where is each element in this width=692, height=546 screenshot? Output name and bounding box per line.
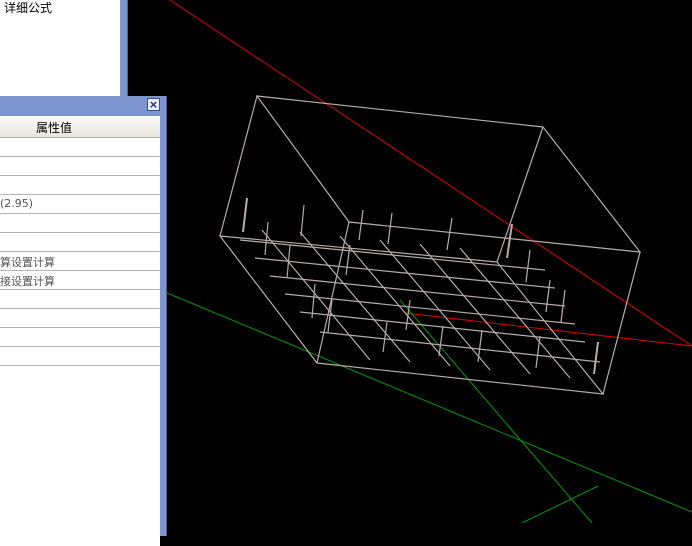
vertical-bar (345, 244, 351, 276)
property-value-header[interactable]: 属性值 (0, 116, 160, 138)
property-row[interactable] (0, 347, 160, 366)
vertical-bar (525, 249, 531, 283)
property-row[interactable] (0, 138, 160, 157)
wireframe-model (218, 95, 642, 395)
formula-dialog-client: 详细公式 (0, 0, 121, 98)
vertical-bar (387, 212, 393, 245)
property-grid: 属性值 (2.95) 算设置计算 接设置计算 (0, 116, 160, 546)
vertical-bar (242, 197, 248, 233)
property-row[interactable] (0, 233, 160, 252)
property-row[interactable] (0, 214, 160, 233)
floor-grid-line (254, 257, 556, 289)
vertical-bar (545, 279, 551, 313)
formula-dialog: 详细公式 (0, 0, 128, 105)
box-top-face (255, 95, 642, 253)
property-value-header-label: 属性值 (36, 121, 73, 135)
y-axis-line (159, 289, 692, 513)
property-row[interactable] (0, 309, 160, 328)
vertical-bar (438, 325, 444, 357)
vertical-bar (300, 204, 305, 237)
property-row[interactable] (0, 157, 160, 176)
floor-grid-line (319, 331, 601, 363)
property-row[interactable]: 算设置计算 (0, 252, 160, 271)
property-row[interactable]: 接设置计算 (0, 271, 160, 290)
property-row[interactable]: (2.95) (0, 195, 160, 214)
vertical-bar (382, 321, 388, 353)
box-edge (602, 251, 641, 395)
property-row[interactable] (0, 176, 160, 195)
vertical-bar (477, 329, 483, 363)
vertical-bar (264, 221, 269, 256)
close-icon[interactable]: × (147, 98, 160, 111)
formula-text: 详细公式 (4, 1, 53, 15)
x-axis-line (169, 0, 692, 347)
box-edge (219, 95, 258, 237)
property-row[interactable] (0, 328, 160, 347)
box-edge (316, 221, 350, 364)
vertical-bar (593, 341, 599, 375)
vertical-bar (446, 217, 453, 251)
vertical-bar (358, 209, 364, 241)
property-row[interactable] (0, 290, 160, 309)
property-panel: × 属性值 (2.95) 算设置计算 接设置计算 (0, 96, 167, 546)
